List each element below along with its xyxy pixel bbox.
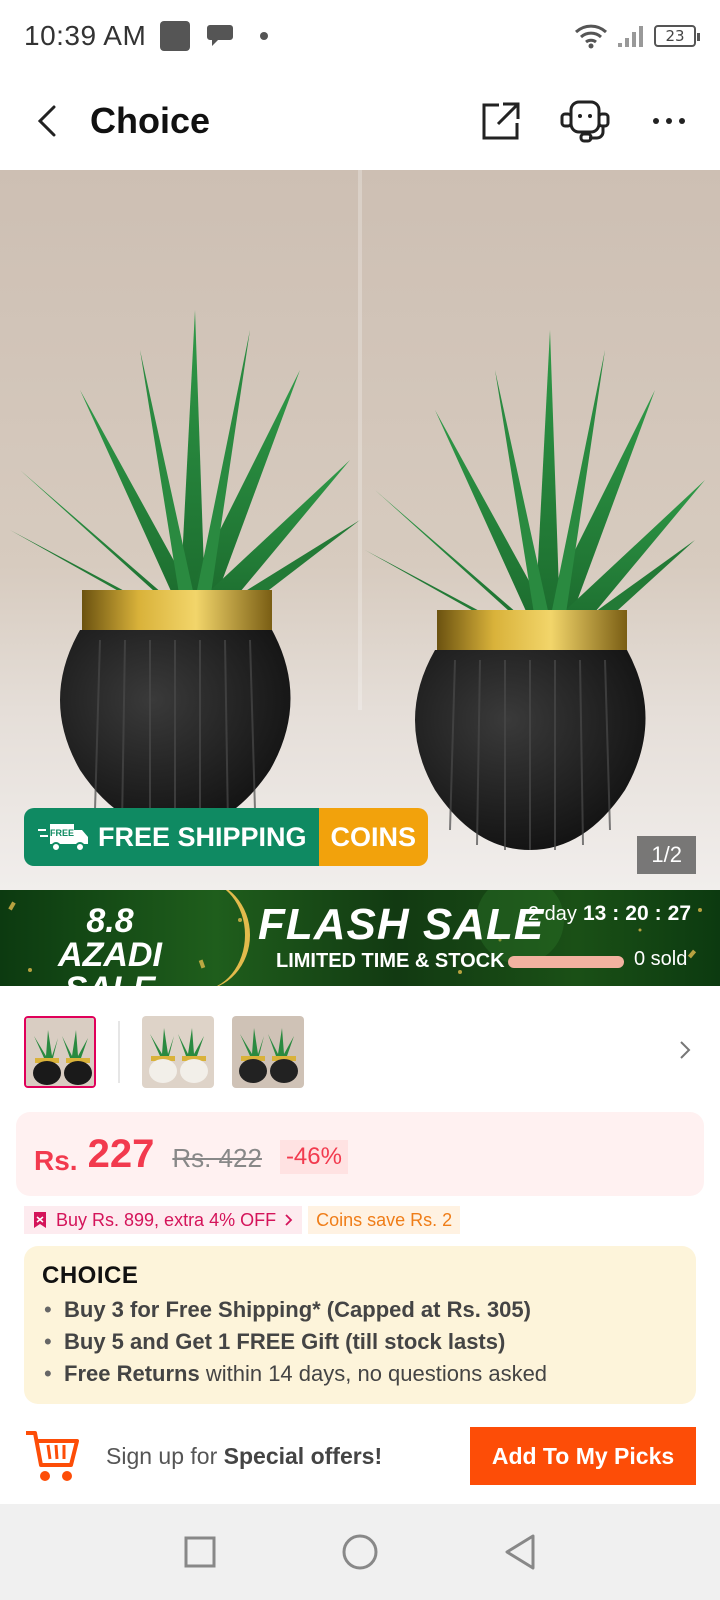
coins-save-badge: Coins save Rs. 2 bbox=[308, 1206, 461, 1234]
benefit-free-gift: Buy 5 and Get 1 FREE Gift (till stock la… bbox=[42, 1326, 678, 1358]
variant-thumbnails bbox=[24, 1014, 696, 1090]
square-icon bbox=[184, 1536, 216, 1568]
free-label: FREE bbox=[50, 828, 74, 838]
original-price: Rs. 422 bbox=[172, 1142, 262, 1173]
home-button[interactable] bbox=[338, 1530, 382, 1574]
buy-offer-text: Buy Rs. 899, extra 4% OFF bbox=[56, 1209, 277, 1230]
current-price: 227 bbox=[87, 1131, 155, 1176]
signup-row: Sign up for Special offers! Add To My Pi… bbox=[24, 1426, 696, 1486]
free-shipping-coins-badge: FREE FREE SHIPPING COINS bbox=[24, 808, 429, 866]
add-to-my-picks-button[interactable]: Add To My Picks bbox=[470, 1427, 696, 1485]
benefit-free-returns: Free Returns within 14 days, no question… bbox=[42, 1358, 678, 1390]
free-shipping-label: FREE SHIPPING bbox=[98, 821, 307, 852]
chevron-right-icon bbox=[285, 1214, 293, 1226]
back-button[interactable] bbox=[24, 97, 72, 145]
promo-badges: Buy Rs. 899, extra 4% OFF Coins save Rs.… bbox=[24, 1206, 461, 1234]
chevron-right-icon bbox=[680, 1040, 691, 1059]
countdown-minutes: 20 bbox=[625, 902, 649, 925]
coins-label: COINS bbox=[330, 821, 417, 852]
choice-benefits-box[interactable]: CHOICE Buy 3 for Free Shipping* (Capped … bbox=[24, 1246, 696, 1404]
customer-service-button[interactable] bbox=[558, 94, 612, 148]
system-navigation-bar bbox=[0, 1504, 720, 1600]
sold-count: 0 sold bbox=[634, 948, 688, 970]
triangle-back-icon bbox=[505, 1534, 535, 1570]
flash-sale-title: FLASH SALE bbox=[258, 900, 545, 949]
status-time: 10:39 AM bbox=[24, 20, 147, 51]
thumbnails-more-button[interactable] bbox=[678, 1039, 692, 1066]
back-nav-button[interactable] bbox=[498, 1530, 542, 1574]
more-options-button[interactable] bbox=[642, 94, 696, 148]
choice-logo: CHOICE bbox=[42, 1262, 139, 1289]
price-currency: Rs. bbox=[34, 1145, 78, 1176]
thumbnail-black-pots-alt[interactable] bbox=[232, 1016, 304, 1088]
wifi-icon bbox=[574, 24, 608, 49]
notification-dot-icon bbox=[260, 32, 269, 40]
product-image[interactable] bbox=[0, 170, 720, 890]
share-button[interactable] bbox=[474, 94, 528, 148]
flash-sale-subtitle: LIMITED TIME & STOCK bbox=[276, 950, 505, 972]
shopping-cart-icon bbox=[26, 1431, 79, 1481]
delivery-truck-icon: FREE bbox=[38, 824, 88, 852]
coupon-icon bbox=[34, 1212, 46, 1228]
countdown-days: 2 day bbox=[528, 902, 577, 925]
battery-icon: 23 bbox=[654, 25, 700, 47]
benefit-free-shipping: Buy 3 for Free Shipping* (Capped at Rs. … bbox=[42, 1294, 678, 1326]
chat-notification-icon bbox=[206, 22, 236, 50]
sold-progress-bar bbox=[508, 956, 624, 968]
back-icon bbox=[37, 105, 56, 137]
countdown-seconds: 27 bbox=[667, 902, 692, 925]
share-icon bbox=[482, 102, 520, 140]
store-discount-badge[interactable]: Buy Rs. 899, extra 4% OFF bbox=[24, 1206, 303, 1234]
price-card: Rs. 227 Rs. 422 -46% bbox=[16, 1112, 704, 1196]
flash-sale-banner[interactable]: 8.8 AZADI SALE FLASH SALE LIMITED TIME &… bbox=[0, 890, 720, 986]
more-icon bbox=[653, 118, 685, 124]
countdown-hours: 13 bbox=[582, 902, 607, 925]
image-pager-indicator: 1/2 bbox=[637, 836, 696, 874]
signup-text: Sign up for Special offers! bbox=[106, 1442, 383, 1469]
support-agent-icon bbox=[560, 100, 610, 143]
countdown-timer: 2 day 13: 20: 27 bbox=[528, 902, 692, 925]
circle-icon bbox=[342, 1534, 378, 1570]
thumbnail-white-pots[interactable] bbox=[142, 1016, 214, 1088]
page-title: Choice bbox=[90, 100, 211, 141]
recent-apps-button[interactable] bbox=[178, 1530, 222, 1574]
status-bar: 10:39 AM 23 bbox=[0, 0, 720, 72]
thumbnail-black-pots[interactable] bbox=[24, 1016, 96, 1088]
signal-icon bbox=[618, 26, 643, 47]
discount-badge: -46% bbox=[279, 1140, 348, 1174]
app-notification-icon bbox=[160, 21, 191, 51]
top-app-bar: Choice bbox=[0, 72, 720, 170]
